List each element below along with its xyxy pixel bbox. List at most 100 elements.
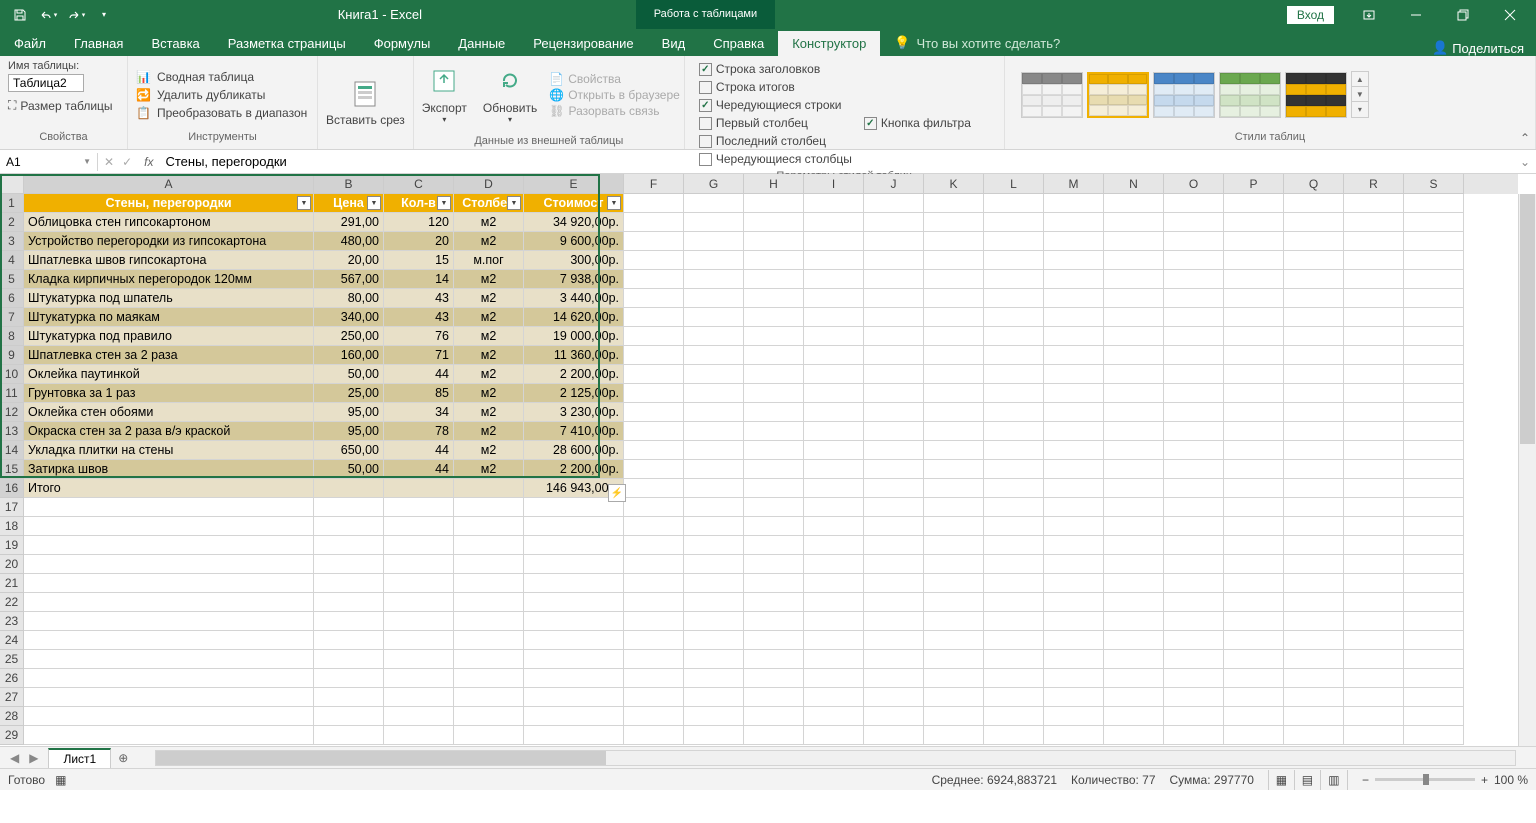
cell[interactable] — [744, 669, 804, 688]
cell[interactable] — [624, 593, 684, 612]
cell[interactable] — [984, 289, 1044, 308]
cell[interactable] — [924, 232, 984, 251]
cell[interactable] — [1404, 194, 1464, 213]
check-header-row[interactable]: Строка заголовков — [699, 62, 842, 76]
cell[interactable] — [1164, 232, 1224, 251]
row-header-22[interactable]: 22 — [0, 593, 24, 612]
cell[interactable] — [1404, 365, 1464, 384]
cell[interactable] — [1224, 441, 1284, 460]
export-button[interactable]: Экспорт▾ — [414, 56, 475, 133]
cell[interactable] — [804, 289, 864, 308]
table-cell[interactable]: м2 — [454, 422, 524, 441]
cell[interactable] — [864, 213, 924, 232]
cell[interactable] — [1224, 460, 1284, 479]
cell[interactable] — [924, 194, 984, 213]
cell[interactable] — [984, 270, 1044, 289]
cell[interactable] — [1164, 726, 1224, 745]
cell[interactable] — [1104, 308, 1164, 327]
cell[interactable] — [1404, 688, 1464, 707]
cell[interactable] — [1104, 536, 1164, 555]
row-header-25[interactable]: 25 — [0, 650, 24, 669]
cell[interactable] — [984, 365, 1044, 384]
cell[interactable] — [24, 612, 314, 631]
cell[interactable] — [624, 460, 684, 479]
table-cell[interactable]: Затирка швов — [24, 460, 314, 479]
cell[interactable] — [24, 555, 314, 574]
cell[interactable] — [1284, 555, 1344, 574]
cell[interactable] — [314, 574, 384, 593]
table-cell[interactable]: м2 — [454, 270, 524, 289]
tab-file[interactable]: Файл — [0, 31, 60, 56]
cell[interactable] — [384, 498, 454, 517]
cell[interactable] — [1164, 612, 1224, 631]
cell[interactable] — [624, 251, 684, 270]
cell[interactable] — [1164, 555, 1224, 574]
col-header-L[interactable]: L — [984, 174, 1044, 194]
table-cell[interactable]: 78 — [384, 422, 454, 441]
cell[interactable] — [1044, 194, 1104, 213]
cell[interactable] — [684, 308, 744, 327]
resize-table-button[interactable]: ⛶ Размер таблицы — [8, 98, 119, 113]
cell[interactable] — [984, 327, 1044, 346]
cell[interactable] — [684, 441, 744, 460]
table-cell[interactable]: 11 360,00р. — [524, 346, 624, 365]
table-cell[interactable]: 15 — [384, 251, 454, 270]
cell[interactable] — [1404, 289, 1464, 308]
table-cell[interactable]: Грунтовка за 1 раз — [24, 384, 314, 403]
table-cell[interactable]: 19 000,00р. — [524, 327, 624, 346]
select-all-button[interactable] — [0, 174, 24, 194]
table-cell[interactable]: Кладка кирпичных перегородок 120мм — [24, 270, 314, 289]
cell[interactable] — [1284, 441, 1344, 460]
vertical-scrollbar[interactable] — [1518, 194, 1536, 746]
cell[interactable] — [864, 726, 924, 745]
cell[interactable] — [924, 593, 984, 612]
cell[interactable] — [984, 441, 1044, 460]
check-filter-button[interactable]: Кнопка фильтра — [864, 116, 971, 130]
scrollbar-thumb[interactable] — [156, 751, 606, 765]
cell[interactable] — [1224, 536, 1284, 555]
zoom-knob[interactable] — [1423, 774, 1429, 785]
minimize-button[interactable] — [1393, 0, 1438, 29]
table-cell[interactable]: 650,00 — [314, 441, 384, 460]
cell[interactable] — [804, 555, 864, 574]
filter-dropdown[interactable]: ▼ — [607, 196, 621, 210]
cell[interactable] — [1104, 650, 1164, 669]
cell[interactable] — [1164, 574, 1224, 593]
close-button[interactable] — [1487, 0, 1532, 29]
cell[interactable] — [804, 327, 864, 346]
cell[interactable] — [24, 707, 314, 726]
cell[interactable] — [1164, 308, 1224, 327]
remove-duplicates-button[interactable]: 🔁Удалить дубликаты — [136, 86, 309, 104]
cell[interactable] — [1044, 403, 1104, 422]
table-header-cell[interactable]: Кол-в▼ — [384, 194, 454, 213]
cell[interactable] — [984, 574, 1044, 593]
cell[interactable] — [984, 593, 1044, 612]
tab-review[interactable]: Рецензирование — [519, 31, 647, 56]
table-cell[interactable]: 120 — [384, 213, 454, 232]
cell[interactable] — [314, 498, 384, 517]
table-cell[interactable]: 44 — [384, 441, 454, 460]
cell[interactable] — [624, 441, 684, 460]
cell[interactable] — [1104, 555, 1164, 574]
cell[interactable] — [1104, 631, 1164, 650]
cell[interactable] — [1164, 422, 1224, 441]
cell[interactable] — [1284, 612, 1344, 631]
cell[interactable] — [524, 650, 624, 669]
cell[interactable] — [1044, 479, 1104, 498]
row-header-17[interactable]: 17 — [0, 498, 24, 517]
cell[interactable] — [1044, 669, 1104, 688]
cell[interactable] — [1104, 498, 1164, 517]
cell[interactable] — [1284, 403, 1344, 422]
cell[interactable] — [924, 422, 984, 441]
cell[interactable] — [1164, 403, 1224, 422]
table-cell[interactable]: 76 — [384, 327, 454, 346]
cell[interactable] — [984, 194, 1044, 213]
cell[interactable] — [864, 631, 924, 650]
cell[interactable] — [984, 346, 1044, 365]
table-cell[interactable]: 480,00 — [314, 232, 384, 251]
cell[interactable] — [1104, 194, 1164, 213]
cell[interactable] — [984, 726, 1044, 745]
cell[interactable] — [454, 707, 524, 726]
row-header-19[interactable]: 19 — [0, 536, 24, 555]
cell[interactable] — [24, 517, 314, 536]
